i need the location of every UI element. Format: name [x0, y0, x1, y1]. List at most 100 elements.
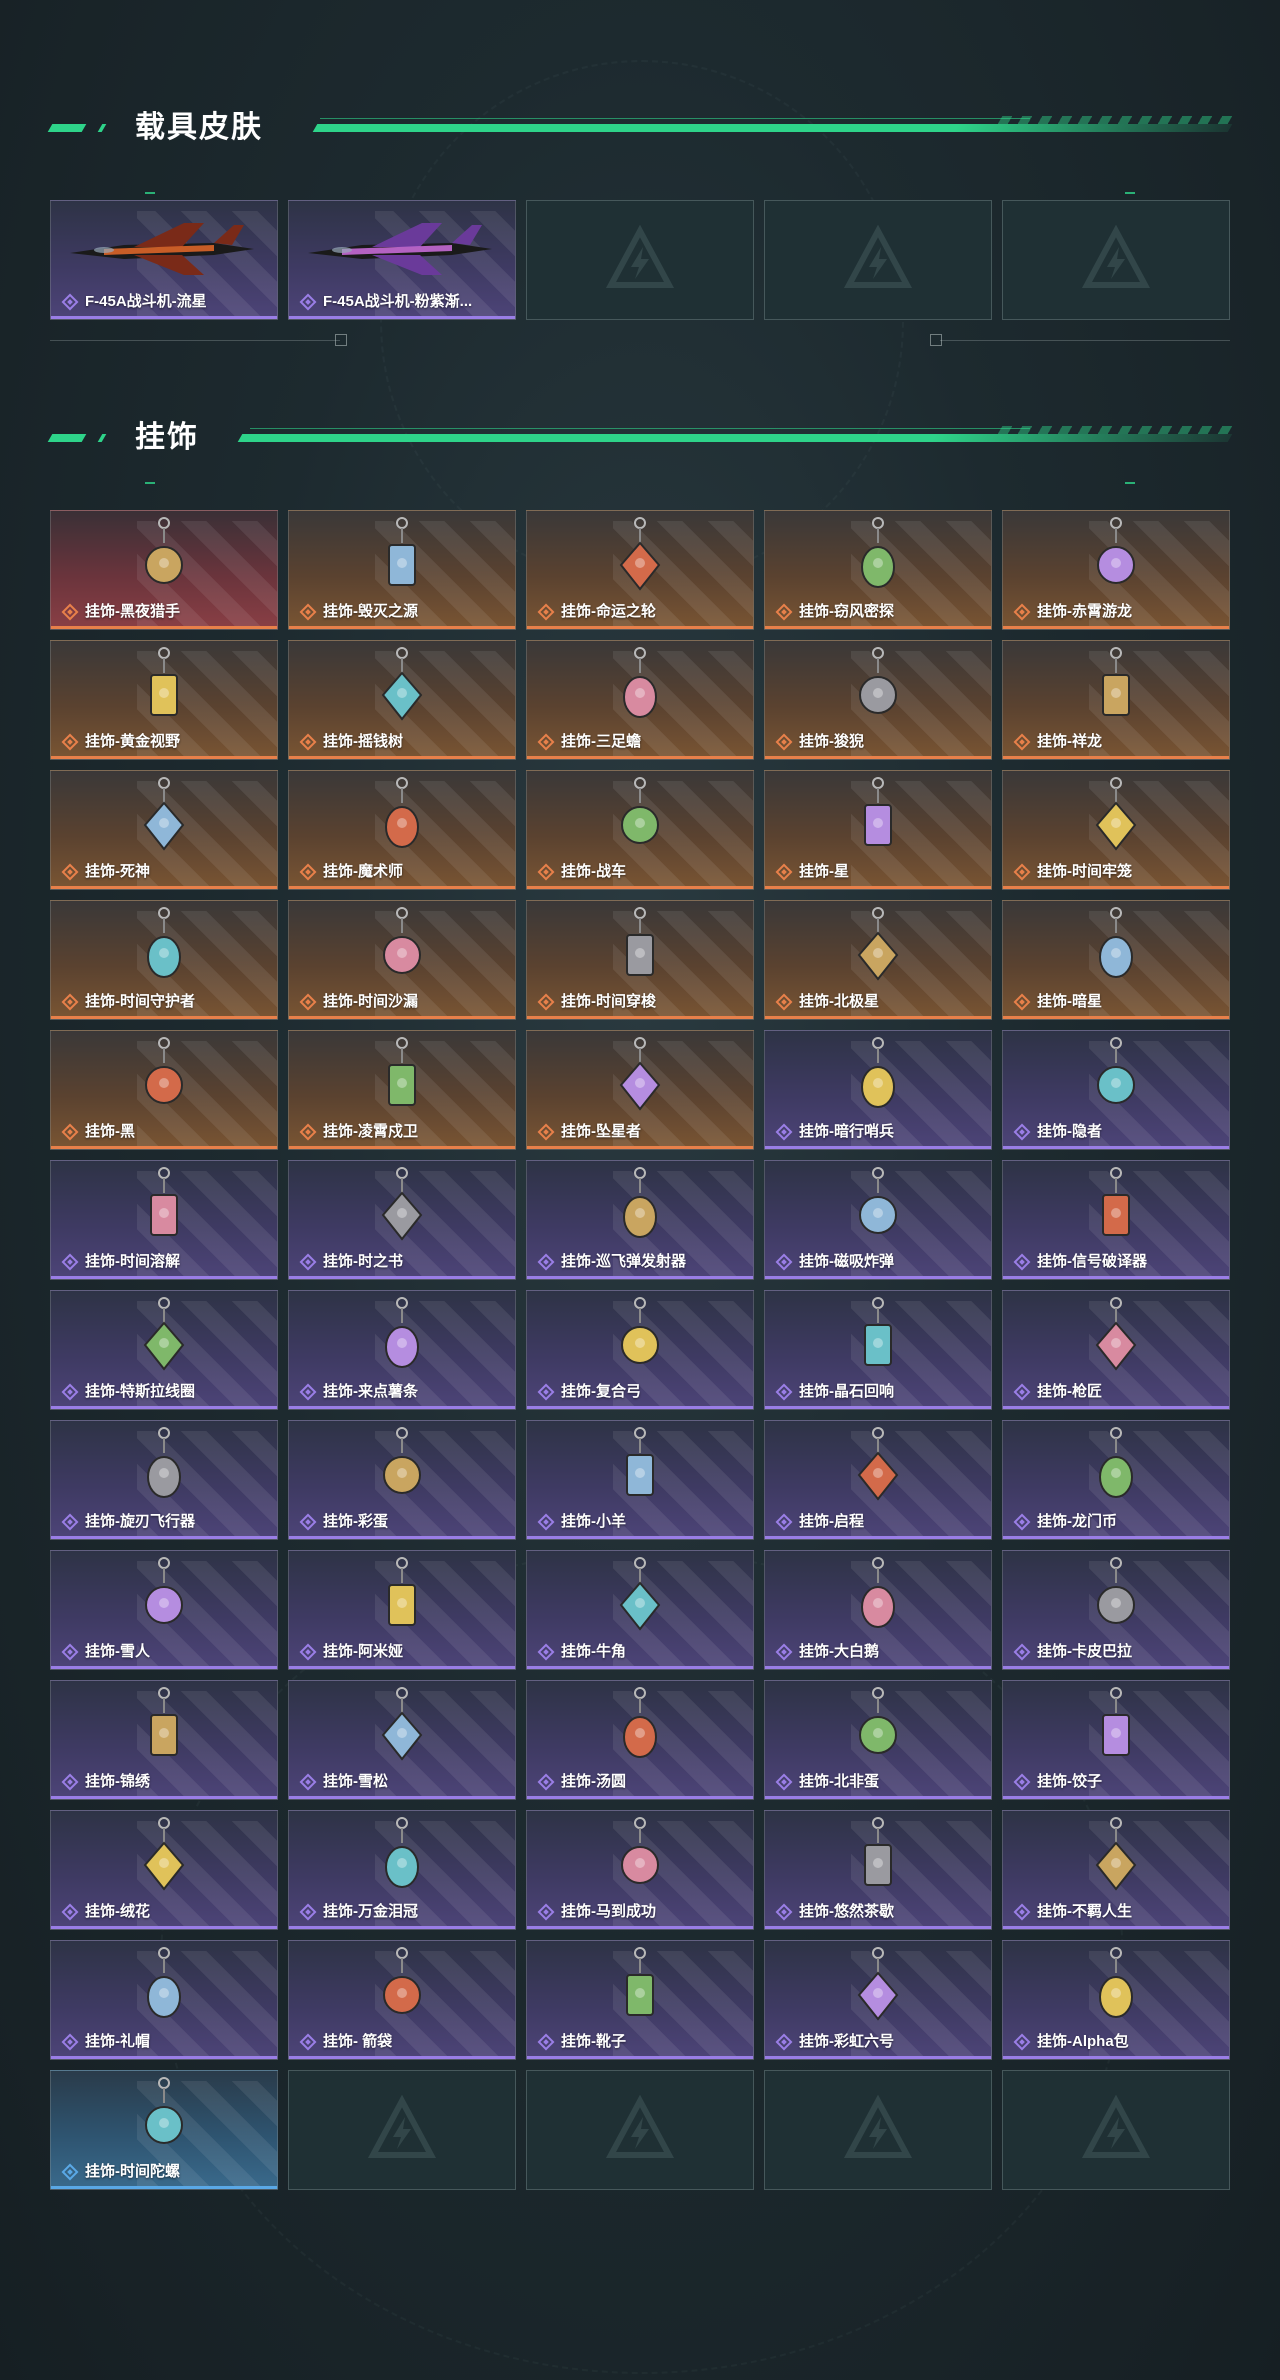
charm-card[interactable]: 挂饰-死神	[50, 770, 278, 890]
rarity-bar	[289, 1926, 515, 1929]
item-name: 挂饰-悠然茶歇	[799, 1903, 894, 1920]
charm-card[interactable]: 挂饰-暗行哨兵	[764, 1030, 992, 1150]
charm-card[interactable]: 挂饰-万金泪冠	[288, 1810, 516, 1930]
charm-card[interactable]: 挂饰-雪人	[50, 1550, 278, 1670]
charm-card[interactable]: 挂饰-Alpha包	[1002, 1940, 1230, 2060]
item-label: 挂饰-北极星	[775, 991, 879, 1013]
item-name: 挂饰-毁灭之源	[323, 603, 418, 620]
charm-card[interactable]: 挂饰-黑夜猎手	[50, 510, 278, 630]
charm-card[interactable]: 挂饰-旋刃飞行器	[50, 1420, 278, 1540]
charm-card[interactable]: 挂饰-信号破译器	[1002, 1160, 1230, 1280]
rarity-bar	[1003, 1016, 1229, 1019]
charm-card[interactable]: 挂饰-毁灭之源	[288, 510, 516, 630]
charm-card[interactable]: 挂饰-命运之轮	[526, 510, 754, 630]
charm-card[interactable]: 挂饰-摇钱树	[288, 640, 516, 760]
charm-card[interactable]: 挂饰-黑	[50, 1030, 278, 1150]
section-title: 载具皮肤	[135, 111, 263, 144]
charm-card[interactable]: 挂饰-巡飞弹发射器	[526, 1160, 754, 1280]
charm-card[interactable]: 挂饰-三足蟾	[526, 640, 754, 760]
item-name: 挂饰-彩蛋	[323, 1513, 388, 1530]
charm-card[interactable]: 挂饰-靴子	[526, 1940, 754, 2060]
charm-card[interactable]: 挂饰-时之书	[288, 1160, 516, 1280]
charm-card[interactable]: 挂饰-彩虹六号	[764, 1940, 992, 2060]
rarity-bar	[1003, 1796, 1229, 1799]
charm-card[interactable]: 挂饰-隐者	[1002, 1030, 1230, 1150]
item-label: 挂饰-坠星者	[537, 1121, 641, 1143]
charm-icon	[623, 1687, 657, 1758]
charm-card[interactable]: 挂饰-战车	[526, 770, 754, 890]
rarity-bar	[527, 1406, 753, 1409]
charm-card[interactable]: 挂饰-龙门币	[1002, 1420, 1230, 1540]
charm-card[interactable]: 挂饰-时间陀螺	[50, 2070, 278, 2190]
charm-card[interactable]: 挂饰-卡皮巴拉	[1002, 1550, 1230, 1670]
item-label: 挂饰- 箭袋	[299, 2031, 392, 2053]
charm-card[interactable]: 挂饰-坠星者	[526, 1030, 754, 1150]
charm-card[interactable]: 挂饰-锦绣	[50, 1680, 278, 1800]
charm-card[interactable]: 挂饰-礼帽	[50, 1940, 278, 2060]
charm-card[interactable]: 挂饰-阿米娅	[288, 1550, 516, 1670]
vehicle-skin-card[interactable]: F-45A战斗机-粉紫渐...	[288, 200, 516, 320]
charm-card[interactable]: 挂饰-雪松	[288, 1680, 516, 1800]
item-name: 挂饰-时间牢笼	[1037, 863, 1132, 880]
charm-card[interactable]: 挂饰-牛角	[526, 1550, 754, 1670]
charm-card[interactable]: 挂饰-复合弓	[526, 1290, 754, 1410]
charm-card[interactable]: 挂饰-窃风密探	[764, 510, 992, 630]
charm-card[interactable]: 挂饰-星	[764, 770, 992, 890]
item-label: 挂饰-万金泪冠	[299, 1901, 418, 1923]
charm-card[interactable]: 挂饰-时间溶解	[50, 1160, 278, 1280]
charm-card[interactable]: 挂饰-魔术师	[288, 770, 516, 890]
item-name: 挂饰-旋刃飞行器	[85, 1513, 195, 1530]
charm-card[interactable]: 挂饰-磁吸炸弹	[764, 1160, 992, 1280]
charm-card[interactable]: 挂饰-北极星	[764, 900, 992, 1020]
rarity-diamond-icon	[775, 863, 793, 881]
charm-card[interactable]: 挂饰-时间牢笼	[1002, 770, 1230, 890]
item-label: 挂饰-礼帽	[61, 2031, 150, 2053]
charm-icon	[143, 1297, 185, 1371]
charm-card[interactable]: 挂饰-来点薯条	[288, 1290, 516, 1410]
item-label: 挂饰-枪匠	[1013, 1381, 1102, 1403]
charm-card[interactable]: 挂饰-祥龙	[1002, 640, 1230, 760]
vehicle-skin-card[interactable]: F-45A战斗机-流星	[50, 200, 278, 320]
item-label: 挂饰-时之书	[299, 1251, 403, 1273]
charm-card[interactable]: 挂饰-凌霄戍卫	[288, 1030, 516, 1150]
rarity-diamond-icon	[299, 1773, 317, 1791]
charm-card[interactable]: 挂饰-狻猊	[764, 640, 992, 760]
header-accent	[97, 434, 107, 442]
charm-card[interactable]: 挂饰-彩蛋	[288, 1420, 516, 1540]
charm-card[interactable]: 挂饰-汤圆	[526, 1680, 754, 1800]
item-label: 挂饰-马到成功	[537, 1901, 656, 1923]
charm-icon	[145, 1557, 183, 1624]
charm-card[interactable]: 挂饰- 箭袋	[288, 1940, 516, 2060]
charm-card[interactable]: 挂饰-小羊	[526, 1420, 754, 1540]
section-header-charms: 挂饰	[47, 420, 1233, 460]
rarity-diamond-icon	[299, 1513, 317, 1531]
charm-card[interactable]: 挂饰-黄金视野	[50, 640, 278, 760]
charm-card[interactable]: 挂饰-绒花	[50, 1810, 278, 1930]
charm-card[interactable]: 挂饰-特斯拉线圈	[50, 1290, 278, 1410]
charm-icon	[857, 907, 899, 981]
charm-card[interactable]: 挂饰-晶石回响	[764, 1290, 992, 1410]
charm-card[interactable]: 挂饰-不羁人生	[1002, 1810, 1230, 1930]
charm-card[interactable]: 挂饰-时间沙漏	[288, 900, 516, 1020]
charm-card[interactable]: 挂饰-饺子	[1002, 1680, 1230, 1800]
charm-card[interactable]: 挂饰-赤霄游龙	[1002, 510, 1230, 630]
charm-card[interactable]: 挂饰-悠然茶歇	[764, 1810, 992, 1930]
charm-card[interactable]: 挂饰-暗星	[1002, 900, 1230, 1020]
item-label: 挂饰-小羊	[537, 1511, 626, 1533]
charm-card[interactable]: 挂饰-北非蛋	[764, 1680, 992, 1800]
charm-card[interactable]: 挂饰-枪匠	[1002, 1290, 1230, 1410]
rarity-diamond-icon	[61, 2033, 79, 2051]
section-title: 挂饰	[135, 421, 199, 454]
charm-card[interactable]: 挂饰-启程	[764, 1420, 992, 1540]
charm-card[interactable]: 挂饰-马到成功	[526, 1810, 754, 1930]
item-label: 挂饰-赤霄游龙	[1013, 601, 1132, 623]
charm-card[interactable]: 挂饰-大白鹅	[764, 1550, 992, 1670]
charm-card[interactable]: 挂饰-时间守护者	[50, 900, 278, 1020]
header-line	[312, 124, 1233, 132]
charm-card[interactable]: 挂饰-时间穿梭	[526, 900, 754, 1020]
item-name: 挂饰-小羊	[561, 1513, 626, 1530]
item-name: 挂饰-复合弓	[561, 1383, 641, 1400]
item-label: 挂饰-时间陀螺	[61, 2161, 180, 2183]
charm-icon	[147, 1947, 181, 2018]
charm-icon	[859, 647, 897, 714]
